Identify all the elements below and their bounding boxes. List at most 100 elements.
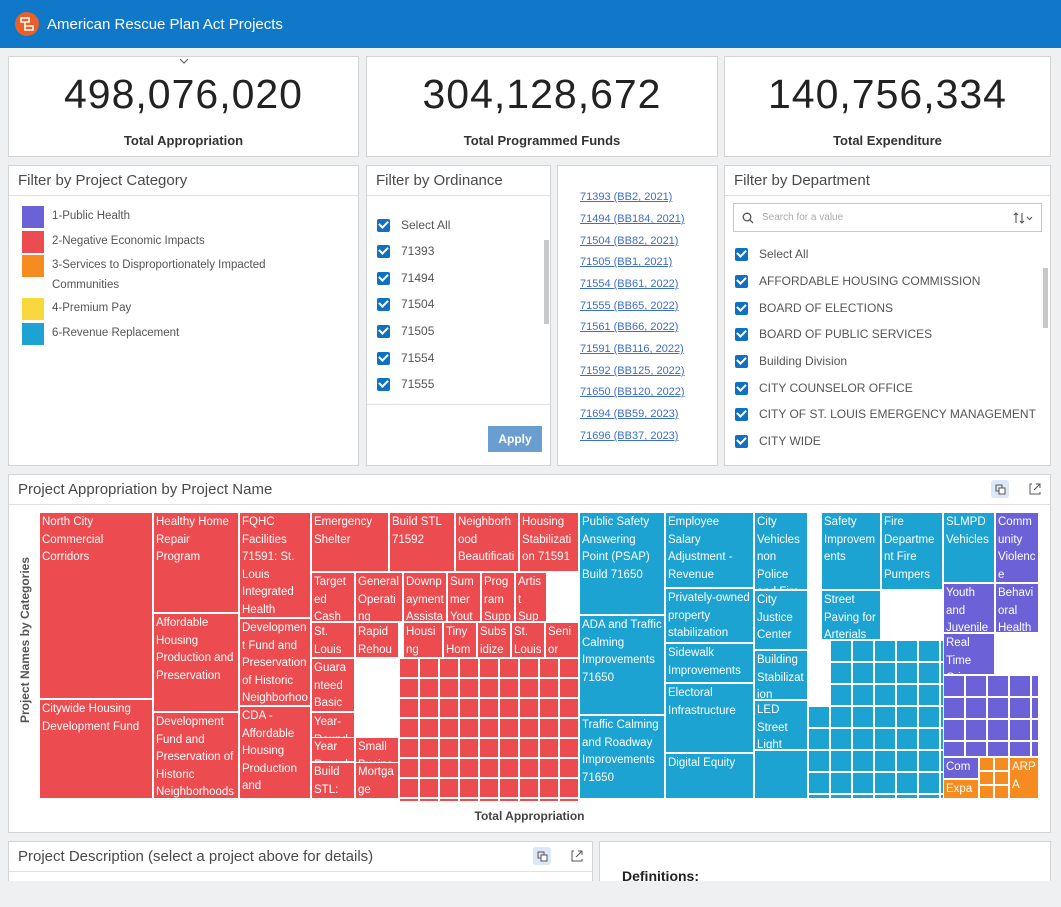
treemap-tile-small[interactable]	[459, 758, 479, 778]
treemap-tile[interactable]: LED Street Light	[754, 700, 808, 750]
ordinance-link[interactable]: 71696 (BB37, 2023)	[580, 430, 678, 442]
ordinance-link[interactable]: 71650 (BB120, 2022)	[580, 386, 685, 398]
treemap-tile-small[interactable]	[439, 758, 459, 778]
treemap-tile-small[interactable]	[539, 798, 559, 802]
treemap-tile-small[interactable]	[979, 785, 994, 799]
treemap-tile-small[interactable]	[399, 678, 419, 698]
treemap-tile-small[interactable]	[559, 678, 579, 698]
treemap-tile-small[interactable]	[896, 684, 918, 706]
scrollbar[interactable]	[1043, 268, 1048, 328]
ordinance-link[interactable]: 71592 (BB125, 2022)	[580, 365, 685, 377]
treemap-tile-small[interactable]	[459, 798, 479, 802]
legend-item[interactable]: 6-Revenue Replacement	[22, 323, 179, 345]
treemap-tile-small[interactable]	[808, 794, 830, 799]
treemap-tile-small[interactable]	[987, 697, 1009, 719]
treemap-tile[interactable]: Targeted Cash Assistance	[311, 572, 355, 622]
treemap-tile-small[interactable]	[419, 798, 439, 802]
table-view-icon[interactable]	[533, 847, 551, 865]
treemap-tile-small[interactable]	[896, 728, 918, 750]
treemap-tile[interactable]: Community Violence Intervention Program	[995, 512, 1039, 583]
treemap-tile-small[interactable]	[539, 778, 559, 798]
treemap-tile-small[interactable]	[852, 640, 874, 662]
ordinance-checkbox[interactable]: 71494	[377, 271, 434, 285]
ordinance-checkbox[interactable]: 71393	[377, 244, 434, 258]
treemap-tile-small[interactable]	[419, 718, 439, 738]
table-view-icon[interactable]	[991, 480, 1009, 498]
treemap-tile-small[interactable]	[852, 772, 874, 794]
treemap-tile-small[interactable]	[965, 675, 987, 697]
treemap-tile-small[interactable]	[987, 719, 1009, 741]
treemap-tile[interactable]: Safety Improvements	[821, 512, 881, 590]
treemap-tile[interactable]: ADA and Traffic Calming Improvements 716…	[579, 615, 665, 715]
treemap-tile-small[interactable]	[852, 750, 874, 772]
treemap-tile-small[interactable]	[419, 758, 439, 778]
treemap-tile-small[interactable]	[874, 728, 896, 750]
treemap-tile-small[interactable]	[399, 698, 419, 718]
treemap-tile-small[interactable]	[419, 778, 439, 798]
treemap-tile[interactable]: Electoral Infrastructure	[665, 683, 754, 753]
treemap-tile-small[interactable]	[519, 718, 539, 738]
treemap-tile-small[interactable]	[1009, 697, 1031, 719]
treemap-tile[interactable]: ARPA	[1009, 757, 1039, 799]
ordinance-link[interactable]: 71505 (BB1, 2021)	[580, 256, 672, 268]
search-input[interactable]: Search for a value	[733, 203, 1042, 232]
treemap-tile[interactable]: City Vehicles non Police and Fire	[754, 512, 808, 590]
treemap-tile-small[interactable]	[1031, 675, 1039, 697]
treemap-tile-small[interactable]	[499, 698, 519, 718]
treemap-tile-small[interactable]	[852, 706, 874, 728]
ordinance-checkbox[interactable]: 71505	[377, 324, 434, 338]
treemap-tile-small[interactable]	[479, 658, 499, 678]
treemap-tile-small[interactable]	[1009, 741, 1031, 757]
treemap-tile-small[interactable]	[1009, 719, 1031, 741]
treemap-tile-small[interactable]	[539, 738, 559, 758]
treemap-tile-small[interactable]	[499, 718, 519, 738]
treemap-tile-small[interactable]	[852, 794, 874, 799]
treemap-tile-small[interactable]	[896, 750, 918, 772]
treemap-tile[interactable]: Digital Equity	[665, 753, 754, 799]
treemap-tile[interactable]: Building Stabilization	[754, 650, 808, 700]
department-checkbox[interactable]: CITY WIDE	[735, 434, 821, 448]
treemap-tile-small[interactable]	[479, 758, 499, 778]
treemap-tile-small[interactable]	[479, 798, 499, 802]
treemap-tile[interactable]: Affordable Housing Production and Preser…	[153, 613, 239, 712]
treemap-tile-small[interactable]	[519, 758, 539, 778]
treemap-tile-small[interactable]	[479, 698, 499, 718]
treemap-tile-small[interactable]	[559, 718, 579, 738]
treemap-tile-small[interactable]	[852, 728, 874, 750]
treemap-tile-small[interactable]	[896, 706, 918, 728]
treemap-tile-small[interactable]	[539, 678, 559, 698]
treemap-tile-small[interactable]	[439, 798, 459, 802]
chevron-down-icon[interactable]	[179, 58, 189, 64]
treemap-tile[interactable]: Youth and Juvenile Diversion	[943, 583, 995, 633]
treemap-tile[interactable]: Employee Salary Adjustment - Revenue	[665, 512, 754, 588]
treemap-tile[interactable]: Tiny Homes	[443, 622, 477, 658]
treemap-tile-small[interactable]	[918, 728, 940, 750]
treemap-tile[interactable]: Housing Stabilization	[403, 622, 443, 658]
treemap-tile-small[interactable]	[439, 738, 459, 758]
treemap-tile-small[interactable]	[808, 706, 830, 728]
legend-item[interactable]: 4-Premium Pay	[22, 298, 131, 320]
treemap-tile-small[interactable]	[399, 738, 419, 758]
treemap-tile[interactable]: Behavioral Health Providers	[995, 583, 1039, 633]
treemap-tile[interactable]: Housing Stabilization 71591	[519, 512, 579, 572]
treemap-tile-small[interactable]	[918, 684, 940, 706]
treemap-tile-small[interactable]	[918, 706, 940, 728]
treemap-tile-small[interactable]	[918, 662, 940, 684]
treemap-tile-small[interactable]	[459, 678, 479, 698]
treemap-tile-small[interactable]	[419, 738, 439, 758]
treemap-tile[interactable]: Artist Support Grants	[515, 572, 547, 622]
treemap-tile-small[interactable]	[499, 658, 519, 678]
treemap-tile-small[interactable]	[419, 658, 439, 678]
treemap-tile-small[interactable]	[479, 678, 499, 698]
treemap-tile-small[interactable]	[539, 698, 559, 718]
legend-item[interactable]: 2-Negative Economic Impacts	[22, 231, 205, 253]
treemap-tile-small[interactable]	[994, 771, 1009, 785]
treemap-tile-small[interactable]	[896, 662, 918, 684]
treemap-tile-small[interactable]	[896, 640, 918, 662]
treemap-tile-small[interactable]	[439, 698, 459, 718]
treemap-tile-small[interactable]	[459, 718, 479, 738]
treemap-tile-small[interactable]	[943, 697, 965, 719]
treemap-tile-small[interactable]	[852, 662, 874, 684]
ordinance-link[interactable]: 71494 (BB184, 2021)	[580, 213, 685, 225]
treemap-tile-small[interactable]	[918, 640, 940, 662]
